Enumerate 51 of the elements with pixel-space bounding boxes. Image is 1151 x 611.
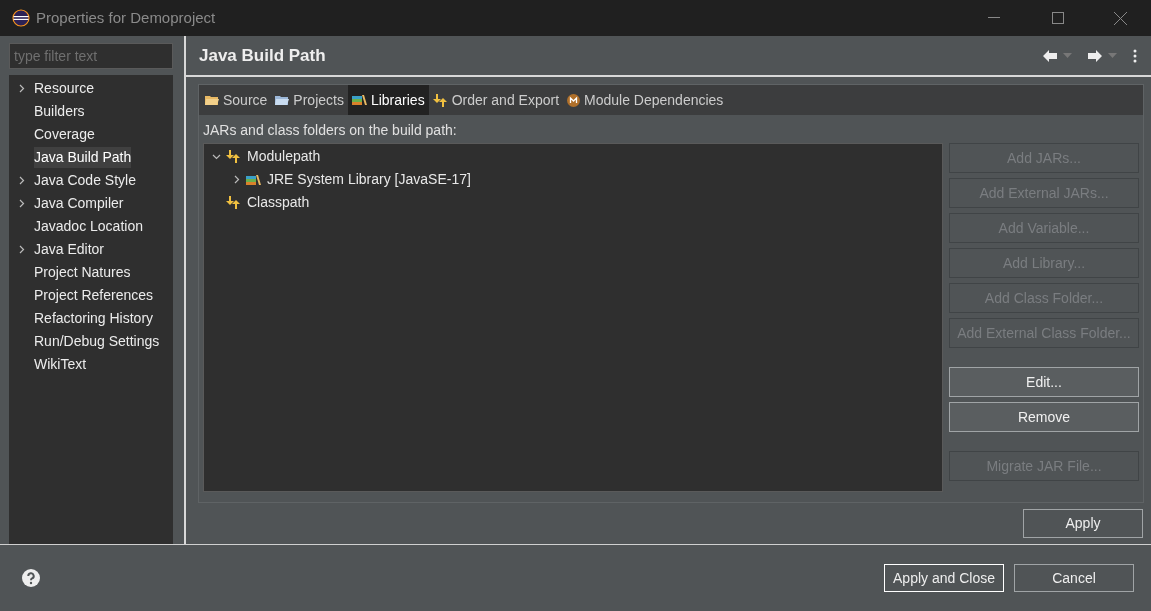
up-down-arrows-icon	[226, 150, 241, 163]
side-button[interactable]: Edit...	[949, 367, 1139, 397]
chevron-right-icon[interactable]	[17, 176, 26, 185]
sidebar-item[interactable]: Coverage	[34, 124, 95, 145]
tab[interactable]: Source	[201, 85, 272, 115]
chevron-down-icon[interactable]	[211, 152, 221, 161]
sidebar-item[interactable]: Run/Debug Settings	[34, 331, 160, 352]
books-icon	[246, 173, 261, 186]
tree-item[interactable]: Modulepath	[245, 146, 323, 167]
chevron-right-icon[interactable]	[17, 84, 26, 93]
back-arrow-icon[interactable]	[1043, 49, 1057, 62]
up-down-arrows-icon	[226, 196, 241, 209]
tab[interactable]: Libraries	[347, 85, 429, 115]
sidebar-item[interactable]: Javadoc Location	[34, 216, 143, 237]
chevron-right-icon[interactable]	[17, 245, 26, 254]
sidebar-item[interactable]: Java Compiler	[34, 193, 124, 214]
dialog-button[interactable]: Cancel	[1014, 564, 1134, 592]
sidebar-item[interactable]: WikiText	[34, 354, 87, 375]
sidebar-item[interactable]: Project Natures	[34, 262, 131, 283]
folder-icon	[275, 94, 290, 106]
sidebar-item[interactable]: Java Build Path	[34, 147, 132, 168]
folder-icon	[205, 94, 219, 106]
sidebar-item[interactable]: Resource	[34, 78, 94, 99]
sidebar-item[interactable]: Java Editor	[34, 239, 105, 260]
tab[interactable]: Projects	[271, 85, 348, 115]
books-icon	[351, 94, 367, 106]
tab[interactable]: Order and Export	[428, 85, 564, 115]
help-icon[interactable]	[22, 569, 40, 587]
forward-arrow-icon[interactable]	[1088, 49, 1102, 62]
tree-item[interactable]: Classpath	[245, 192, 312, 213]
page-title: Java Build Path	[199, 44, 326, 67]
sidebar-item[interactable]: Refactoring History	[34, 308, 154, 329]
tree-caption: JARs and class folders on the build path:	[203, 121, 458, 140]
up-down-arrows-icon	[432, 93, 448, 107]
chevron-right-icon[interactable]	[17, 199, 26, 208]
dialog-button[interactable]: Apply and Close	[884, 564, 1004, 592]
sidebar-item[interactable]: Java Code Style	[34, 170, 136, 191]
close-icon[interactable]	[1114, 11, 1127, 25]
module-icon	[567, 93, 581, 107]
sidebar-item[interactable]: Builders	[34, 101, 85, 122]
tab[interactable]: Module Dependencies	[563, 85, 728, 115]
minimize-icon[interactable]	[988, 17, 1000, 19]
tree-item[interactable]: JRE System Library [JavaSE-17]	[265, 169, 473, 190]
sidebar-item[interactable]: Project References	[34, 285, 154, 306]
side-button[interactable]: Remove	[949, 402, 1139, 432]
window-title: Properties for Demoproject	[36, 7, 216, 28]
apply-button[interactable]: Apply	[1023, 509, 1143, 538]
app-logo-icon	[12, 9, 30, 27]
filter-field[interactable]: type filter text	[9, 43, 173, 69]
more-icon[interactable]	[1133, 48, 1137, 63]
maximize-icon[interactable]	[1052, 12, 1064, 24]
